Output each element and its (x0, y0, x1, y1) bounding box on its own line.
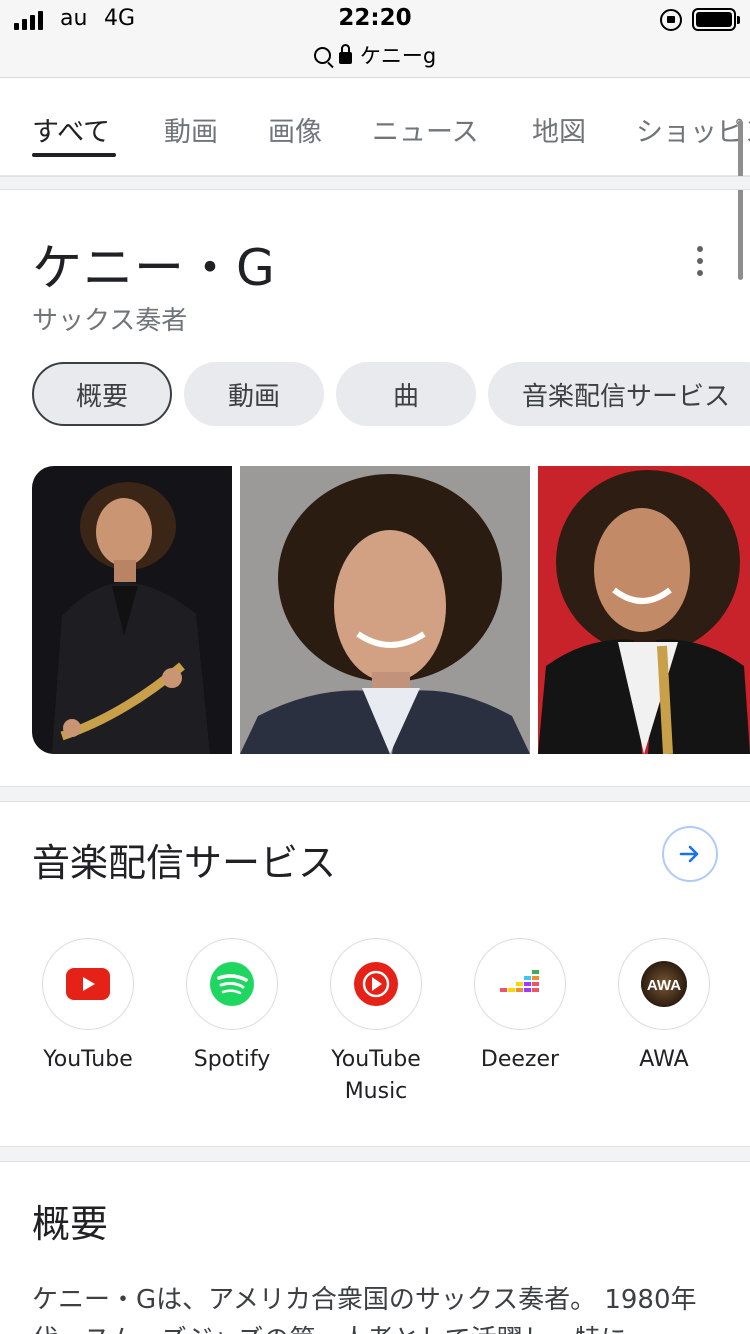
entity-title: ケニー・G (32, 239, 276, 297)
status-bar: au 4G 22:20 ケニーg (0, 0, 750, 78)
tab-shopping[interactable]: ショッピング (636, 110, 750, 149)
lock-icon (338, 44, 352, 64)
service-youtube[interactable]: YouTube (18, 938, 158, 1076)
service-label: YouTube Music (331, 1047, 421, 1104)
search-tabs: すべて 動画 画像 ニュース 地図 ショッピング (0, 80, 750, 176)
more-options-icon[interactable] (694, 246, 706, 276)
tab-all[interactable]: すべて (32, 110, 110, 149)
active-tab-indicator (32, 153, 116, 157)
clock: 22:20 (338, 5, 412, 31)
chip-overview[interactable]: 概要 (32, 362, 172, 426)
artist-photo-2[interactable] (240, 466, 530, 754)
section-divider (0, 1146, 750, 1162)
tab-videos[interactable]: 動画 (164, 110, 218, 149)
tab-images[interactable]: 画像 (268, 110, 322, 149)
artist-photo-3[interactable] (538, 466, 750, 754)
overview-description: ケニー・Gは、アメリカ合衆国のサックス奏者。 1980年代、スムーズジャズの第一… (32, 1285, 697, 1334)
scrollbar[interactable] (738, 120, 743, 280)
service-label: Spotify (193, 1047, 271, 1072)
service-label: AWA (639, 1047, 689, 1072)
address-bar[interactable]: ケニーg (0, 40, 750, 70)
music-services-title: 音楽配信サービス (32, 841, 337, 885)
service-label: YouTube (43, 1047, 133, 1072)
deezer-icon (500, 970, 539, 992)
rotation-lock-icon (660, 9, 682, 31)
battery-icon (692, 8, 740, 31)
artist-photo-1[interactable] (32, 466, 232, 754)
tab-maps[interactable]: 地図 (532, 110, 586, 149)
overview-title: 概要 (32, 1202, 109, 1246)
search-icon (313, 46, 331, 64)
arrow-right-icon (679, 845, 699, 863)
chip-songs[interactable]: 曲 (336, 362, 476, 426)
awa-icon: AWA (641, 961, 687, 1007)
youtube-music-icon (354, 962, 398, 1006)
url-text: ケニーg (359, 44, 437, 68)
tab-news[interactable]: ニュース (372, 110, 479, 149)
svg-text:AWA: AWA (647, 977, 681, 994)
panel-chips: 概要 動画 曲 音楽配信サービス (32, 362, 750, 428)
service-deezer[interactable]: Deezer (450, 938, 590, 1076)
section-divider (0, 176, 750, 190)
photo-carousel (32, 466, 750, 754)
chip-videos[interactable]: 動画 (184, 362, 324, 426)
youtube-icon (66, 968, 110, 1000)
section-divider (0, 786, 750, 802)
music-services-more-button[interactable] (662, 826, 718, 882)
service-spotify[interactable]: Spotify (162, 938, 302, 1076)
service-youtube-music[interactable]: YouTube Music (306, 938, 446, 1108)
entity-subtitle: サックス奏者 (32, 306, 188, 336)
service-awa[interactable]: AWA AWA (594, 938, 734, 1076)
chip-music-services[interactable]: 音楽配信サービス (488, 362, 750, 426)
spotify-icon (210, 962, 254, 1006)
service-label: Deezer (480, 1047, 560, 1072)
